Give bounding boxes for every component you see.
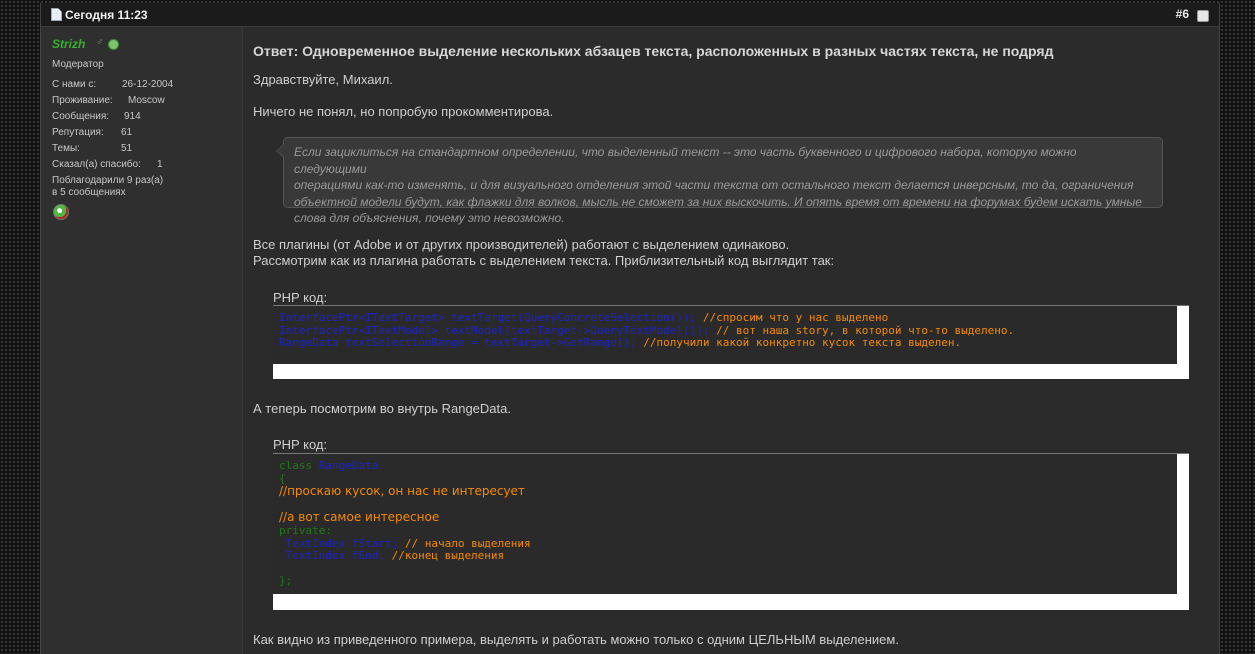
quote-block: Если зациклиться на стандартном определе…	[276, 137, 1163, 225]
document-icon	[51, 8, 62, 21]
quote-line-4: слова для объяснения, почему это невозмо…	[294, 211, 565, 225]
code1-line1-code: InterfacePtr<ITextTarget> textTarget(Que…	[279, 311, 697, 324]
user-sidebar: Strizh ♂ Модератор С нами с: 26-12-2004 П…	[41, 27, 243, 654]
reputation-label: Репутация:	[52, 127, 104, 138]
award-badge-icon	[53, 204, 69, 220]
forum-post: Сегодня 11:23 #6 Strizh ♂ Модератор С на…	[40, 3, 1220, 654]
thanks-value: 1	[157, 159, 163, 170]
thanks-label: Сказал(а) спасибо:	[52, 159, 141, 170]
code2-fend-comment: //конец выделения	[384, 549, 505, 563]
reputation-value: 61	[121, 127, 133, 138]
quote-line-2: операциями как-то изменять, и для визуал…	[294, 178, 1134, 192]
threads-value: 51	[121, 143, 133, 154]
code2-private: private:	[279, 523, 332, 537]
greeting-text: Здравствуйте, Михаил.	[253, 72, 393, 87]
thanked-line-2: в 5 сообщениях	[52, 187, 126, 198]
code-block-1-body: InterfacePtr<ITextTarget> textTarget(Que…	[273, 306, 1177, 364]
joined-label: С нами с:	[52, 79, 97, 90]
location-value: Moscow	[128, 95, 165, 106]
user-rank: Модератор	[52, 59, 104, 70]
joined-row: С нами с: 26-12-2004	[52, 79, 173, 90]
code2-close-brace: };	[279, 574, 293, 588]
code1-line1-comment: //спросим что у нас выделено	[696, 311, 889, 324]
post-header: Сегодня 11:23 #6	[41, 3, 1219, 27]
joined-value: 26-12-2004	[122, 79, 174, 90]
username-link[interactable]: Strizh	[52, 37, 85, 51]
code2-comment-1: //проскаю кусок, он нас не интересует	[279, 484, 525, 499]
post-date-text: Сегодня 11:23	[65, 8, 148, 22]
code2-comment-2: //а вот самое интересное	[279, 510, 440, 525]
threads-row: Темы: 51	[52, 143, 132, 154]
threads-label: Темы:	[52, 143, 80, 154]
code1-line2-comment: // вот наша story, в которой что-то выде…	[709, 323, 1015, 337]
code-label-2: PHP код:	[273, 437, 328, 452]
code-block-1: InterfacePtr<ITextTarget> textTarget(Que…	[273, 305, 1189, 379]
location-row: Проживание: Moscow	[52, 95, 165, 106]
quote-line-1: Если зациклиться на стандартном определе…	[294, 145, 1077, 176]
code2-class-name: RangeData	[318, 459, 379, 472]
paragraph-4: Как видно из приведенного примера, выдел…	[253, 632, 899, 647]
paragraph-1: Ничего не понял, но попробую прокомменти…	[253, 104, 554, 119]
code2-fstart-comment: // начало выделения	[398, 536, 531, 550]
code2-fstart: TextIndex fStart;	[279, 536, 399, 550]
post-number-link[interactable]: #6	[1176, 7, 1189, 21]
code2-open-brace: {	[279, 471, 286, 485]
code1-line2-code: InterfacePtr<ITextModel> textModel(textT…	[279, 323, 710, 337]
code2-fend: TextIndex fEnd;	[279, 549, 385, 563]
select-post-checkbox[interactable]	[1197, 10, 1209, 22]
paragraph-2-line-1: Все плагины (от Adobe и от других произв…	[253, 237, 790, 252]
location-label: Проживание:	[52, 95, 113, 106]
code-block-2: class RangeData { //проскаю кусок, он на…	[273, 453, 1189, 610]
paragraph-2-line-2: Рассмотрим как из плагина работать с выд…	[253, 253, 835, 268]
post-date: Сегодня 11:23	[51, 8, 148, 22]
thanked-info: Поблагодарили 9 раз(а) в 5 сообщениях	[52, 175, 163, 199]
online-status-icon	[108, 39, 119, 50]
gender-icon: ♂	[96, 37, 104, 48]
thanked-line-1: Поблагодарили 9 раз(а)	[52, 175, 164, 186]
paragraph-3: А теперь посмотрим во внутрь RangeData.	[253, 401, 511, 416]
posts-value: 914	[124, 111, 141, 122]
code-block-2-body: class RangeData { //проскаю кусок, он на…	[273, 454, 1177, 594]
post-title: Ответ: Одновременное выделение нескольки…	[253, 43, 1054, 59]
quote-line-3: объектной модели будут, как флажки для в…	[294, 194, 1142, 209]
thanks-row: Сказал(а) спасибо: 1	[52, 159, 163, 170]
posts-row: Сообщения: 914	[52, 111, 141, 122]
posts-label: Сообщения:	[52, 111, 110, 122]
code1-line3-comment: //получили какой конкретно кусок текста …	[636, 336, 962, 350]
quote-arrow	[276, 144, 284, 158]
code-label-1: PHP код:	[273, 290, 328, 305]
reputation-row: Репутация: 61	[52, 127, 132, 138]
code1-line3-code: RangeData textSelectionRange = textTarge…	[279, 336, 637, 350]
code2-class-keyword: class	[279, 459, 319, 472]
